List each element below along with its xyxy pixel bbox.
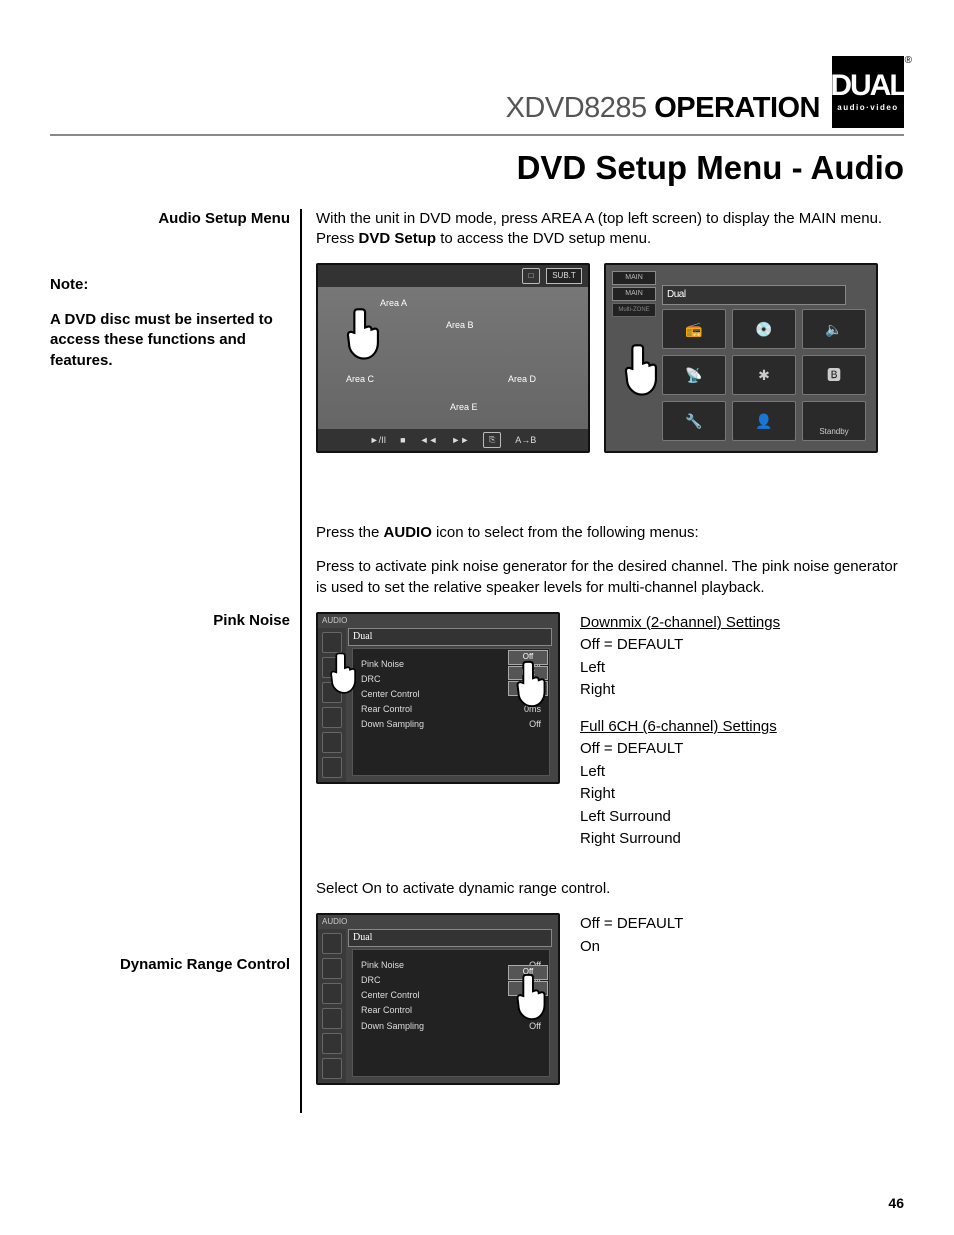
page-number: 46 <box>888 1194 904 1213</box>
list-item: Down SamplingOff <box>361 718 541 730</box>
full6ch-heading: Full 6CH (6-channel) Settings <box>580 716 904 739</box>
side-icon <box>322 1008 342 1029</box>
label-column: Audio Setup Menu Note: A DVD disc must b… <box>50 209 300 1114</box>
menu-cell: 📻 <box>662 309 726 349</box>
forward-icon: ►► <box>451 434 469 446</box>
label-audio-setup: Audio Setup Menu <box>50 209 290 229</box>
dropdown-drc: Off On <box>508 965 548 997</box>
header-word: OPERATION <box>654 92 820 124</box>
side-icon <box>322 657 342 678</box>
side-icon <box>322 732 342 753</box>
page-title: DVD Setup Menu - Audio <box>50 146 904 191</box>
menu-cell-standby: Standby <box>802 401 866 441</box>
note-body: A DVD disc must be inserted to access th… <box>50 310 290 371</box>
hand-pointer-icon <box>620 341 664 401</box>
dropdown-pink: Off Left Right <box>508 650 548 697</box>
label-drc: Dynamic Range Control <box>50 955 290 975</box>
note-heading: Note: <box>50 275 290 295</box>
pink-noise-description: Press to activate pink noise generator f… <box>316 557 904 598</box>
menu-cell: 👤 <box>732 401 796 441</box>
main-tab-2: MAIN <box>612 287 656 301</box>
page-header: XDVD8285 OPERATION ® DUAL audio·video <box>50 56 904 136</box>
menu-grid: 📻 💿 🔈 📡 ✱ 🅱 🔧 👤 Standby <box>662 309 866 441</box>
side-icon <box>322 933 342 954</box>
area-e-label: Area E <box>450 401 478 413</box>
list-item: Rear Control0ms <box>361 703 541 715</box>
menu-cell: 📡 <box>662 355 726 395</box>
registered-mark: ® <box>905 54 912 68</box>
ab-repeat-icon: A→B <box>515 434 536 446</box>
menu-brand: Dual <box>667 288 686 302</box>
side-icon <box>322 958 342 979</box>
side-icon <box>322 757 342 778</box>
menu-cell: 🔧 <box>662 401 726 441</box>
area-c-label: Area C <box>346 373 374 385</box>
main-tab-1: MAIN <box>612 271 656 285</box>
audio-brand: Dual <box>353 630 372 644</box>
multizone-tab: Multi-ZONE <box>612 303 656 317</box>
intro-paragraph: With the unit in DVD mode, press AREA A … <box>316 209 904 250</box>
area-b-label: Area B <box>446 319 474 331</box>
content-column: With the unit in DVD mode, press AREA A … <box>300 209 904 1114</box>
caption-icon: □ <box>522 268 540 284</box>
label-pink-noise: Pink Noise <box>50 611 290 631</box>
list-item: Down SamplingOff <box>361 1020 541 1032</box>
audio-instruction: Press the AUDIO icon to select from the … <box>316 523 904 543</box>
audio-brand: Dual <box>353 931 372 945</box>
side-icon <box>322 1033 342 1054</box>
stop-icon: ■ <box>400 434 405 446</box>
audio-header: AUDIO <box>322 616 347 627</box>
screenshot-dvd-areas: □ SUB.T Area A Area B Area C Area D Area… <box>316 263 590 453</box>
screenshot-main-menu: MAIN MAIN Multi-ZONE Dual 📻 💿 🔈 📡 ✱ 🅱 🔧 … <box>604 263 878 453</box>
side-icon <box>322 632 342 653</box>
menu-cell: 🅱 <box>802 355 866 395</box>
rewind-icon: ◄◄ <box>420 434 438 446</box>
side-icon <box>322 682 342 703</box>
side-icon <box>322 983 342 1004</box>
audio-header: AUDIO <box>322 917 347 928</box>
menu-cell: 🔈 <box>802 309 866 349</box>
side-icon <box>322 1058 342 1079</box>
drc-description: Select On to activate dynamic range cont… <box>316 879 904 899</box>
pink-noise-settings: Downmix (2-channel) Settings Off = DEFAU… <box>580 612 904 851</box>
header-model: XDVD8285 <box>506 92 647 124</box>
menu-cell: 💿 <box>732 309 796 349</box>
subtitle-button: SUB.T <box>546 268 582 284</box>
drc-settings: Off = DEFAULT On <box>580 913 904 958</box>
screenshot-audio-pink: AUDIO Dual Pink NoiseOff DRCOff Center C… <box>316 612 560 784</box>
downmix-heading: Downmix (2-channel) Settings <box>580 612 904 635</box>
area-a-label: Area A <box>380 297 407 309</box>
menu-cell: ✱ <box>732 355 796 395</box>
dual-logo: DUAL audio·video <box>832 56 904 128</box>
box-icon: ⎘ <box>483 432 501 448</box>
play-pause-icon: ►/II <box>370 434 386 446</box>
header-title: XDVD8285 OPERATION <box>506 89 820 128</box>
area-d-label: Area D <box>508 373 536 385</box>
side-icon <box>322 707 342 728</box>
list-item: Rear Control0ms <box>361 1004 541 1016</box>
logo-subtext: audio·video <box>837 103 898 114</box>
logo-text: DUAL <box>830 71 905 101</box>
screenshot-audio-drc: AUDIO Dual Pink NoiseOff DRCOff Center C… <box>316 913 560 1085</box>
